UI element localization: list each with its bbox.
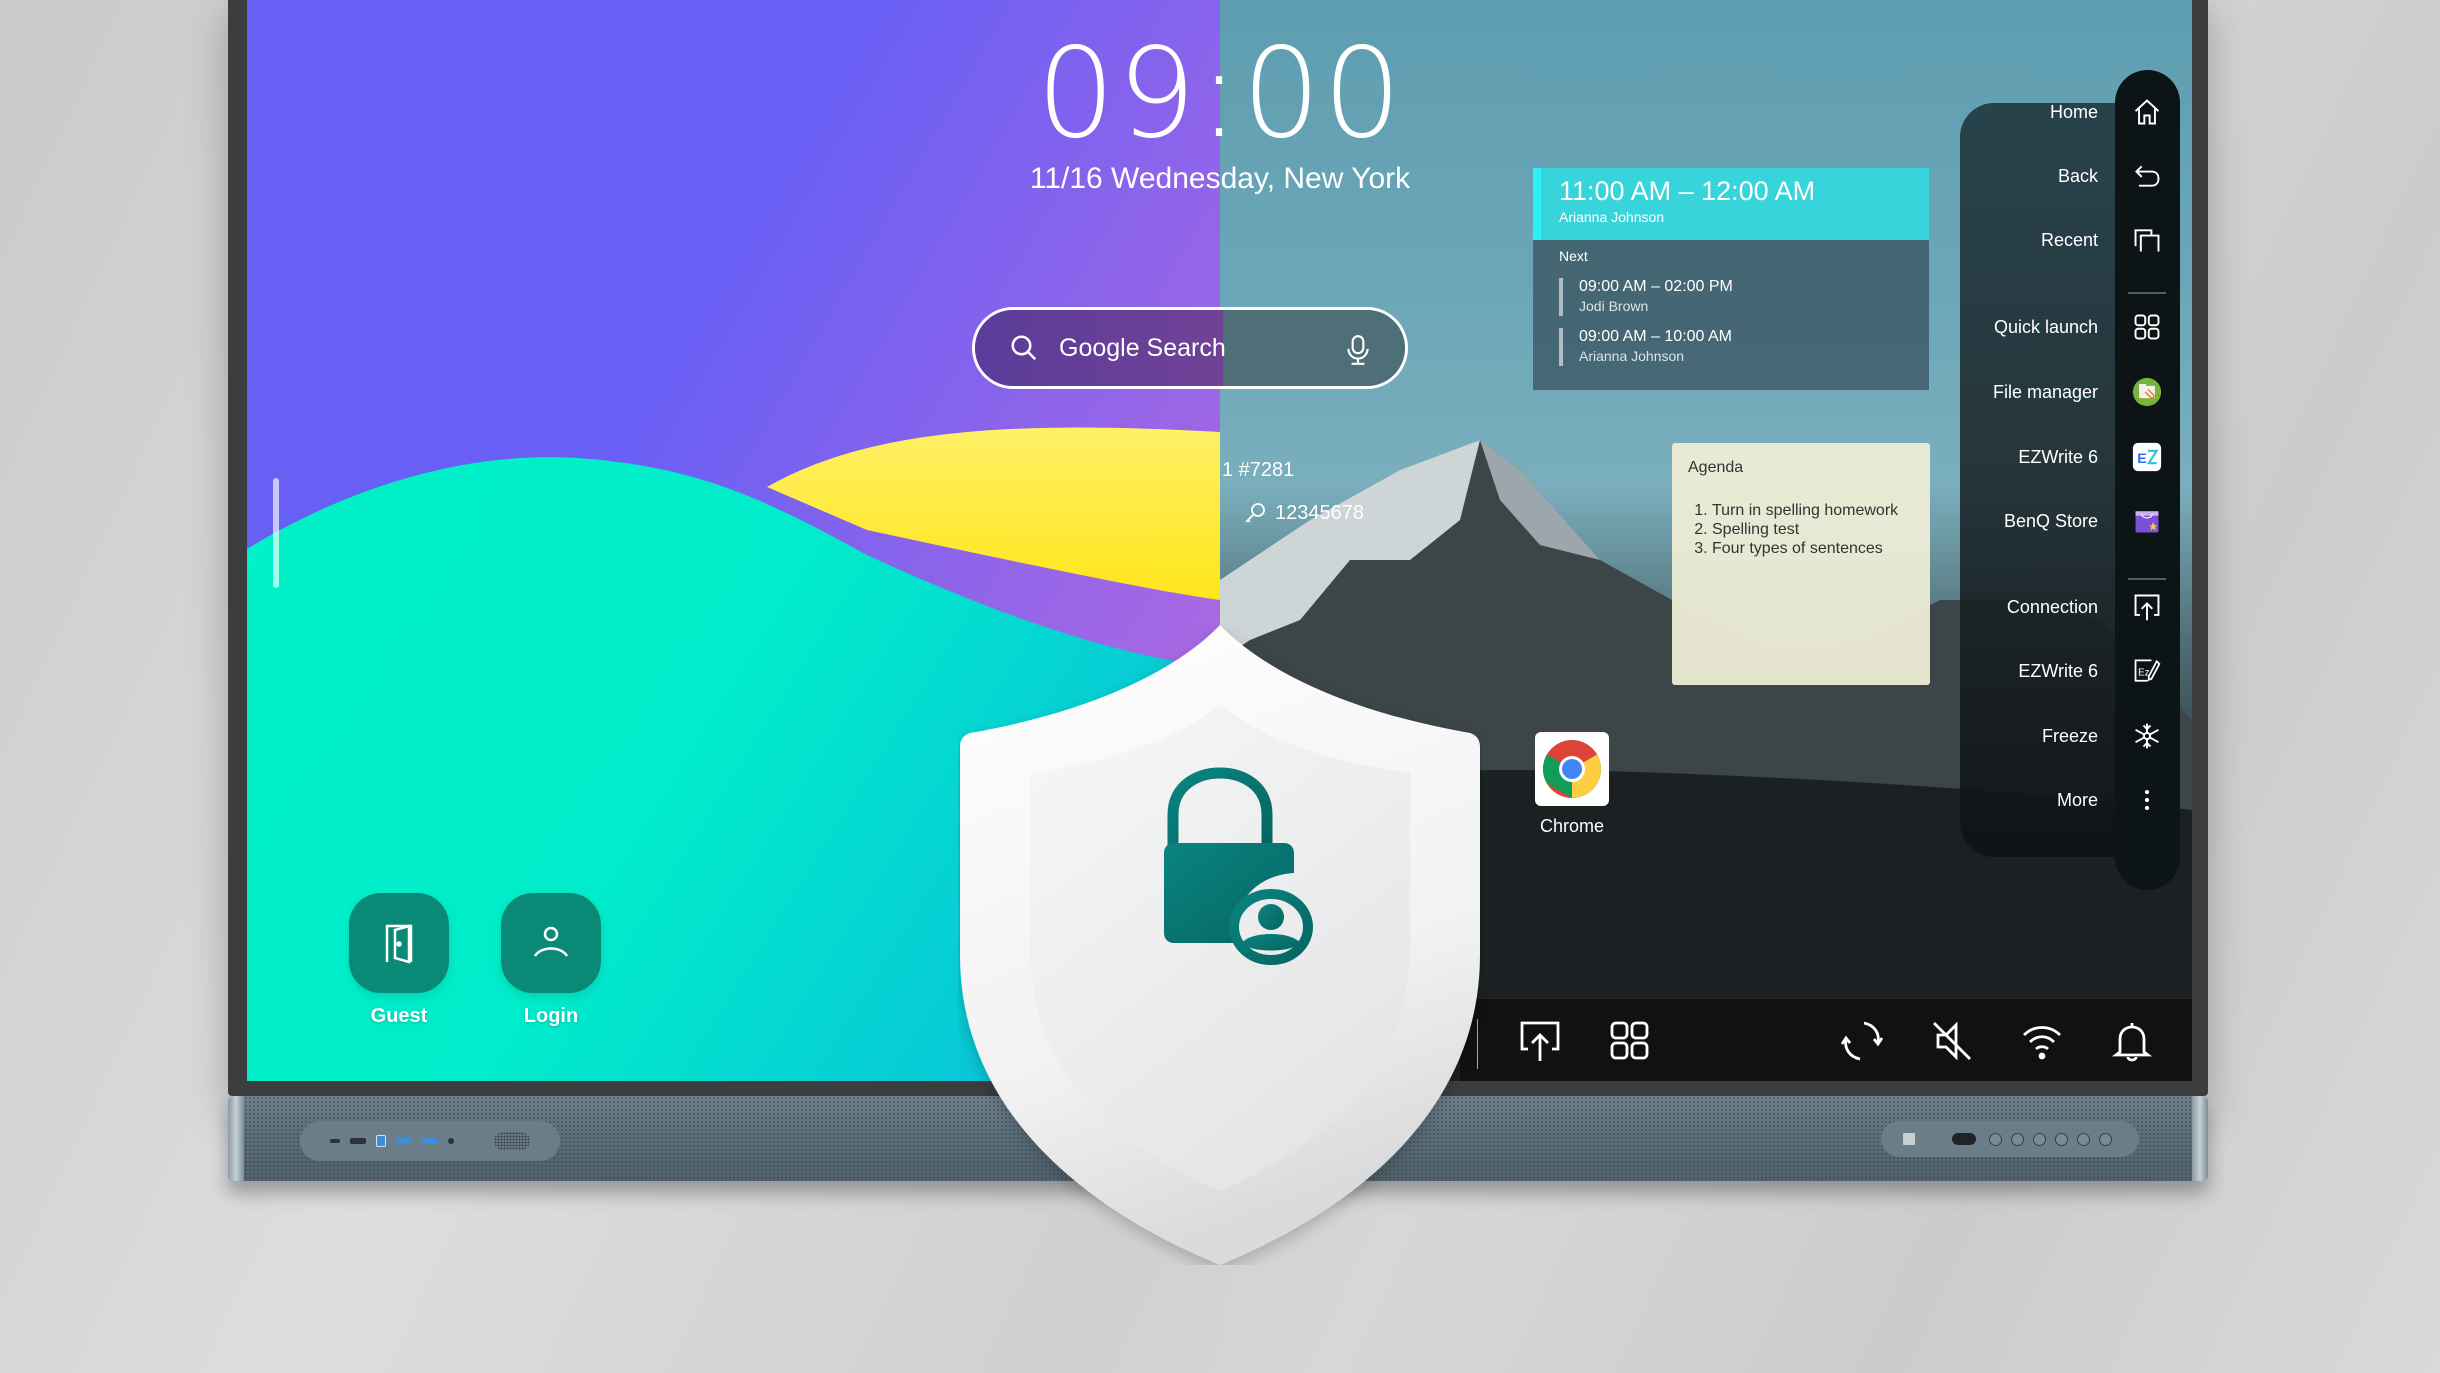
svg-text:E: E (2137, 450, 2146, 466)
nfc-icon (1903, 1133, 1915, 1145)
volume-down-button[interactable] (2077, 1132, 2090, 1146)
side-menu-label: Home (2049, 101, 2098, 122)
back-icon[interactable] (2130, 159, 2164, 193)
usb-port (422, 1138, 438, 1144)
hw-settings-button[interactable] (2055, 1132, 2068, 1146)
chrome-app-shortcut[interactable]: Chrome (1535, 732, 1609, 837)
hw-home-button[interactable] (2011, 1132, 2024, 1146)
usb-c-port (330, 1139, 340, 1143)
room-id: 1 #7281 (1222, 459, 1295, 481)
event-name: Jodi Brown (1579, 298, 1649, 314)
recent-icon[interactable] (2130, 223, 2164, 257)
current-event-name: Arianna Johnson (1559, 209, 1665, 225)
current-event-time: 11:00 AM – 12:00 AM (1559, 176, 1816, 206)
guest-tile (349, 893, 449, 993)
hdmi-port (350, 1138, 366, 1144)
login-button[interactable]: Login (501, 893, 601, 1028)
chrome-label: Chrome (1539, 816, 1605, 836)
chrome-icon (1543, 740, 1601, 798)
bell-icon[interactable] (2110, 1019, 2154, 1063)
wifi-icon[interactable] (2020, 1019, 2064, 1063)
search-bar-bg-right (1223, 310, 1405, 386)
power-button[interactable] (1989, 1132, 2002, 1146)
ezwrite-app-icon[interactable]: E (2130, 440, 2164, 474)
touch-usb-port (376, 1135, 386, 1147)
side-menu-label: BenQ Store (2003, 510, 2098, 531)
side-menu-divider (2128, 292, 2166, 294)
event-time: 09:00 AM – 10:00 AM (1579, 328, 1732, 345)
side-menu-label: More (2056, 789, 2098, 810)
store-icon[interactable] (2130, 504, 2164, 538)
more-vertical-icon[interactable] (2130, 783, 2164, 817)
room-password-value: 12345678 (1275, 501, 1364, 524)
user-head (1258, 904, 1284, 930)
login-label: Login (523, 1005, 579, 1027)
front-io-ports (300, 1121, 560, 1161)
front-control-buttons (1881, 1121, 2139, 1157)
calendar-widget[interactable]: 11:00 AM – 12:00 AM Arianna Johnson Next… (1533, 168, 1929, 390)
search-icon (1011, 335, 1037, 361)
calendar-next-list: Next 09:00 AM – 02:00 PM Jodi Brown 09:0… (1533, 240, 1929, 390)
side-menu-divider (2128, 578, 2166, 580)
side-menu-label: Connection (2006, 596, 2098, 617)
grid-icon[interactable] (1608, 1019, 1652, 1063)
user-icon (533, 926, 569, 957)
audio-jack (448, 1138, 454, 1144)
screen-share-icon[interactable] (1518, 1019, 1562, 1063)
agenda-item: Turn in spelling homework (1712, 501, 1914, 520)
ir-sensor (1952, 1133, 1976, 1145)
agenda-title: Agenda (1688, 459, 1744, 476)
side-menu-label: EZWrite 6 (2018, 446, 2098, 467)
home-icon[interactable] (2130, 95, 2164, 129)
side-menu-label: Back (2057, 165, 2098, 186)
microphone-grille (494, 1132, 530, 1150)
event-name: Arianna Johnson (1579, 348, 1685, 364)
side-menu-label: File manager (1992, 381, 2098, 402)
security-shield-badge (960, 625, 1480, 1265)
calendar-event[interactable]: 09:00 AM – 10:00 AM Arianna Johnson (1559, 328, 1929, 366)
side-menu-label: Freeze (2041, 725, 2098, 746)
door-icon (385, 924, 413, 964)
key-icon (1245, 503, 1265, 523)
screen-share-icon[interactable] (2130, 590, 2164, 624)
agenda-item: Spelling test (1712, 520, 1914, 539)
snowflake-icon[interactable] (2130, 719, 2164, 753)
file-manager-icon[interactable] (2130, 375, 2164, 409)
login-tile (501, 893, 601, 993)
microphone-icon[interactable] (1345, 334, 1371, 366)
room-password: 12345678 (1243, 501, 1364, 525)
left-edge-swipe-handle[interactable] (273, 478, 279, 588)
side-menu-label: Recent (2040, 229, 2098, 250)
google-search-bar[interactable]: Google Search (972, 307, 1408, 389)
agenda-note-widget[interactable]: Agenda Turn in spelling homework Spellin… (1672, 443, 1930, 685)
grid-icon[interactable] (2130, 310, 2164, 344)
usb-port (396, 1138, 412, 1144)
calendar-event[interactable]: 09:00 AM – 02:00 PM Jodi Brown (1559, 278, 1929, 316)
volume-up-button[interactable] (2099, 1132, 2112, 1146)
ezwrite-pen-icon[interactable]: Ez (2130, 654, 2164, 688)
calendar-current-event[interactable]: 11:00 AM – 12:00 AM Arianna Johnson (1533, 168, 1929, 240)
side-menu-label: EZWrite 6 (2018, 660, 2098, 681)
rotate-icon[interactable] (1840, 1019, 1884, 1063)
search-label: Google Search (1059, 333, 1226, 362)
chrome-tile (1535, 732, 1609, 806)
event-time: 09:00 AM – 02:00 PM (1579, 278, 1733, 295)
hw-back-button[interactable] (2033, 1132, 2046, 1146)
mute-icon[interactable] (1930, 1019, 1974, 1063)
guest-label: Guest (370, 1005, 428, 1027)
bottom-taskbar (1460, 998, 2192, 1081)
next-heading: Next (1559, 248, 1588, 264)
side-menu-label: Quick launch (1993, 316, 2098, 337)
guest-button[interactable]: Guest (349, 893, 449, 1028)
agenda-list: Turn in spelling homework Spelling test … (1688, 501, 1914, 558)
agenda-item: Four types of sentences (1712, 539, 1914, 558)
